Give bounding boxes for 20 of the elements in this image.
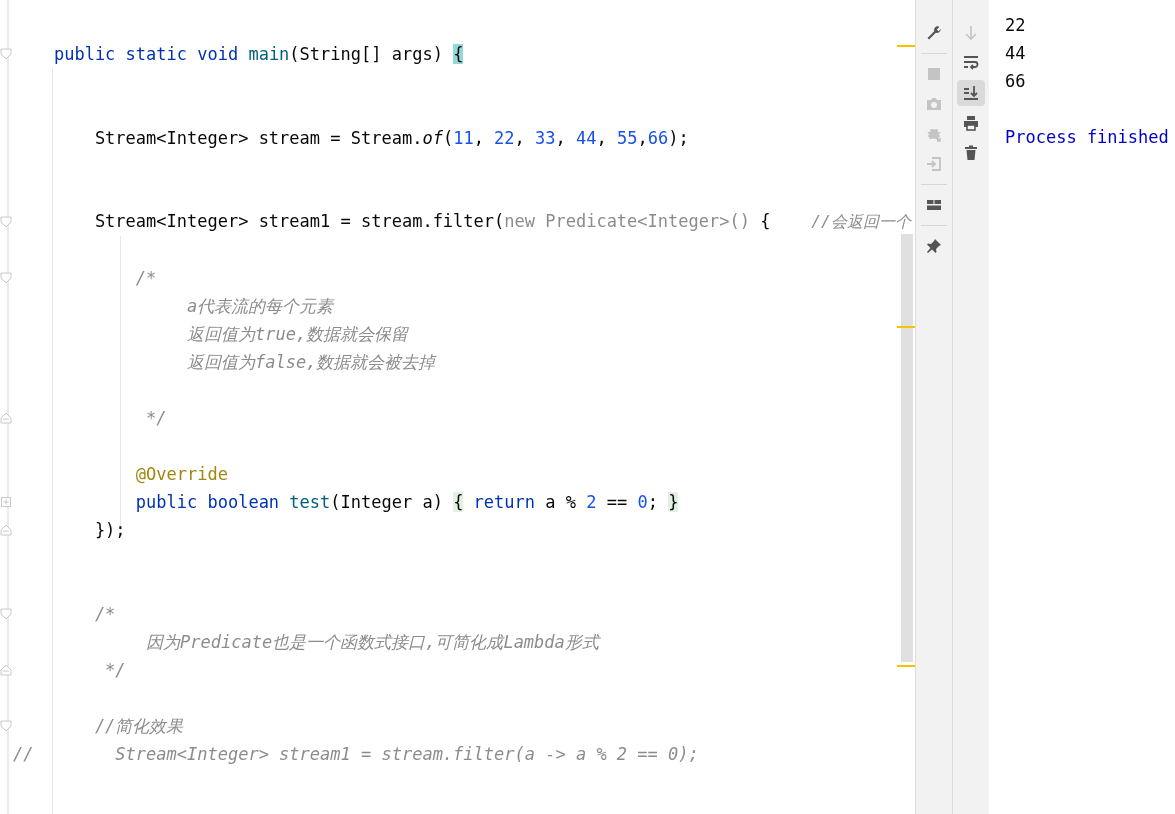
code-line: /* [134, 268, 157, 288]
process-message: Process finished [1005, 127, 1169, 147]
code-line: 返回值为true,数据就会保留 [186, 322, 409, 346]
code-line: //简化效果 [93, 714, 184, 738]
code-line: @Override [134, 464, 228, 484]
code-line: a代表流的每个元素 [186, 294, 334, 318]
code-line: // Stream<Integer> stream1 = stream.filter(a -> a % 2 == 0); [13, 744, 699, 764]
code-line: /* [93, 604, 116, 624]
code-line: public boolean test(Integer a) { return a % 2 == 0; } [134, 492, 679, 512]
code-line: public static void main(String[] args) { [52, 44, 464, 64]
code-line: Stream<Integer> stream = Stream.of(11, 22, 33, 44, 55,66); [93, 128, 689, 148]
code-line: */ [104, 660, 126, 680]
console-output: 22 [1005, 15, 1026, 35]
code-line: Stream<Integer> stream1 = stream.filter(new Predicate<Integer>() { //会返回一个 [93, 211, 911, 233]
code-line: 因为Predicate也是一个函数式接口,可简化成Lambda形式 [145, 630, 599, 654]
console-output: 66 [1005, 71, 1026, 91]
code-line: 返回值为false,数据就会被去掉 [186, 350, 436, 374]
console-output: 44 [1005, 43, 1026, 63]
code-line: }); [93, 520, 126, 540]
code-line: */ [145, 408, 167, 428]
